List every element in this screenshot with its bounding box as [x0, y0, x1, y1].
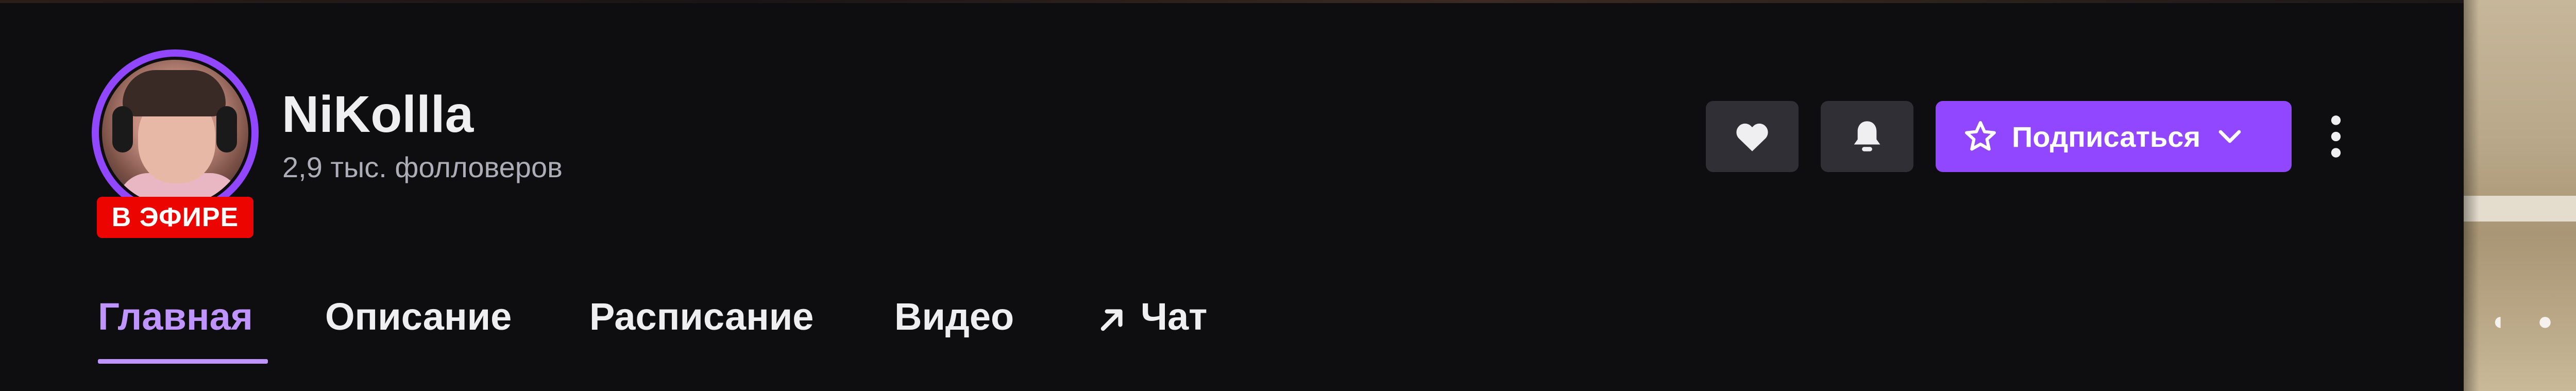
drop-icon[interactable]: ● [2531, 304, 2560, 338]
live-badge: В ЭФИРЕ [97, 197, 253, 238]
tab-home[interactable]: Главная [98, 288, 253, 345]
more-vertical-icon [2331, 115, 2341, 158]
star-icon [1965, 121, 1996, 151]
channel-name[interactable]: NiKollla [282, 83, 473, 145]
follower-count: 2,9 тыс. фолловеров [282, 151, 563, 183]
tab-about[interactable]: Описание [325, 288, 512, 345]
subscribe-label: Подписаться [2012, 120, 2201, 153]
more-options-button[interactable] [2315, 101, 2357, 172]
video-edge-strip [0, 0, 2464, 3]
video-player-preview[interactable]: ◖ ● [2464, 0, 2576, 391]
channel-header: В ЭФИРЕ NiKollla 2,9 тыс. фолловеров Под… [0, 0, 2576, 391]
follow-button[interactable] [1706, 101, 1799, 172]
tab-chat[interactable]: Чат [1096, 288, 1207, 345]
tab-videos[interactable]: Видео [894, 288, 1014, 345]
tab-chat-label: Чат [1141, 295, 1208, 338]
arrow-up-right-icon [1100, 309, 1123, 331]
notifications-button[interactable] [1821, 101, 1913, 172]
bell-icon [1854, 121, 1880, 151]
volume-icon[interactable]: ◖ [2483, 304, 2512, 338]
avatar[interactable] [99, 57, 251, 209]
channel-avatar-ring[interactable] [92, 49, 259, 216]
active-tab-indicator [98, 359, 268, 364]
tab-schedule[interactable]: Расписание [589, 288, 814, 345]
subscribe-button[interactable]: Подписаться [1936, 101, 2292, 172]
chevron-down-icon [2218, 130, 2241, 143]
heart-icon [1736, 123, 1768, 151]
